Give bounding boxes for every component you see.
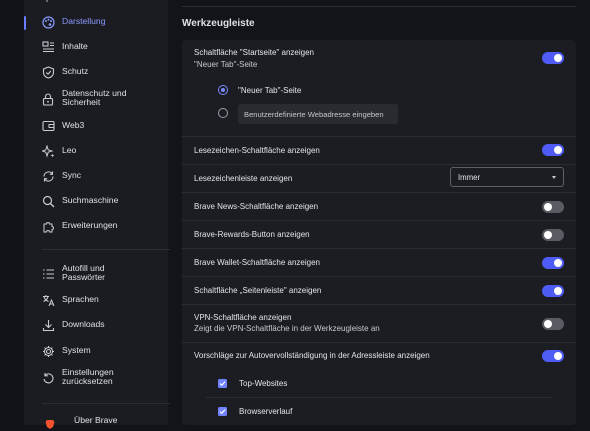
sidebar-item-label: Suchmaschine <box>62 196 118 205</box>
section-title: Werkzeugleiste <box>182 18 255 29</box>
brave-news-row: Brave News-Schaltfläche anzeigen <box>182 193 576 221</box>
brave-news-toggle[interactable] <box>542 201 564 213</box>
home-button-row: Schaltfläche "Startseite" anzeigen "Neue… <box>182 40 576 78</box>
settings-sidebar: Darstellung Inhalte Schutz Datenschutz u… <box>24 0 168 425</box>
bookmark-button-label: Lesezeichen-Schaltfläche anzeigen <box>194 146 320 155</box>
top-sites-label: Top-Websites <box>239 379 287 388</box>
brave-news-label: Brave News-Schaltfläche anzeigen <box>194 202 318 211</box>
brave-rewards-toggle[interactable] <box>542 229 564 241</box>
radio-custom-url[interactable] <box>218 108 228 118</box>
sidebar-item-label: Downloads <box>62 320 105 329</box>
radio-newtab[interactable] <box>218 85 228 95</box>
home-button-sublabel: "Neuer Tab"-Seite <box>194 60 257 69</box>
top-sites-checkbox[interactable] <box>218 379 227 388</box>
home-button-label: Schaltfläche "Startseite" anzeigen <box>194 48 314 57</box>
autocomplete-label: Vorschläge zur Autovervollständigung in … <box>194 351 430 360</box>
sidebar-item-label-line2: Passwörter <box>62 272 105 282</box>
wallet-icon <box>41 119 55 133</box>
custom-url-input[interactable] <box>238 104 398 124</box>
sidebar-divider <box>42 249 170 250</box>
sidebar-item-label: Schutz <box>62 67 88 76</box>
brave-wallet-row: Brave Wallet-Schaltfläche anzeigen <box>182 249 576 277</box>
home-button-toggle[interactable] <box>542 52 564 64</box>
shield-check-icon <box>41 65 55 79</box>
sidebar-item-label: Sync <box>62 171 81 180</box>
lock-icon <box>41 92 55 106</box>
vpn-row: VPN-Schaltfläche anzeigen Zeigt die VPN-… <box>182 305 576 343</box>
sidebar-item-label: Einstellungen zurücksetzen <box>62 368 114 386</box>
sidebar-button-row: Schaltfläche „Seitenleiste" anzeigen <box>182 277 576 305</box>
vpn-label: VPN-Schaltfläche anzeigen <box>194 313 291 322</box>
translate-icon <box>41 293 55 307</box>
chevron-down-icon <box>552 176 556 179</box>
sidebar-item-label-line2: zurücksetzen <box>62 376 113 386</box>
sidebar-item-label: Leo <box>62 146 76 155</box>
sidebar-item-label: Datenschutz und Sicherheit <box>62 89 127 107</box>
sidebar-item-label-line2: Sicherheit <box>62 97 100 107</box>
row-divider <box>206 397 552 398</box>
download-icon <box>41 318 55 332</box>
sidebar-item-label: Sprachen <box>62 295 99 304</box>
cut-off-nav-icon <box>41 0 53 4</box>
sparkle-icon <box>41 144 55 158</box>
settings-main: Werkzeugleiste Schaltfläche "Startseite"… <box>168 0 590 425</box>
bookmark-bar-row: Lesezeichenleiste anzeigen Immer <box>182 165 576 193</box>
brave-logo-icon <box>43 417 57 431</box>
sidebar-button-label: Schaltfläche „Seitenleiste" anzeigen <box>194 286 321 295</box>
toolbar-settings-card: Schaltfläche "Startseite" anzeigen "Neue… <box>182 40 576 425</box>
sidebar-item-label: Erweiterungen <box>62 221 117 230</box>
brave-rewards-label: Brave-Rewards-Button anzeigen <box>194 230 310 239</box>
window-left-gutter <box>0 0 24 425</box>
bookmark-bar-select[interactable]: Immer <box>450 167 564 187</box>
brave-rewards-row: Brave-Rewards-Button anzeigen <box>182 221 576 249</box>
search-icon <box>41 194 55 208</box>
sidebar-item-label: Inhalte <box>62 42 88 51</box>
reset-icon <box>41 371 55 385</box>
vpn-sublabel: Zeigt die VPN-Schaltfläche in der Werkze… <box>194 324 380 333</box>
gear-icon <box>41 344 55 358</box>
list-icon <box>41 267 55 281</box>
sidebar-item-label: Darstellung <box>62 17 105 26</box>
radio-newtab-label: "Neuer Tab"-Seite <box>238 86 301 95</box>
puzzle-icon <box>41 219 55 233</box>
vpn-toggle[interactable] <box>542 318 564 330</box>
history-checkbox[interactable] <box>218 407 227 416</box>
bookmark-button-toggle[interactable] <box>542 144 564 156</box>
sidebar-divider <box>42 403 170 404</box>
brave-wallet-label: Brave Wallet-Schaltfläche anzeigen <box>194 258 320 267</box>
sidebar-item-label: System <box>62 346 91 355</box>
sidebar-item-label: Web3 <box>62 121 84 130</box>
history-label: Browserverlauf <box>239 407 292 416</box>
sidebar-button-toggle[interactable] <box>542 285 564 297</box>
sync-icon <box>41 169 55 183</box>
previous-section-end <box>182 0 576 7</box>
bookmark-bar-label: Lesezeichenleiste anzeigen <box>194 174 292 183</box>
autocomplete-row: Vorschläge zur Autovervollständigung in … <box>182 343 576 369</box>
palette-icon <box>41 15 55 29</box>
content-list-icon <box>41 40 55 54</box>
sidebar-item-label: Autofill und Passwörter <box>62 264 105 282</box>
bookmark-bar-select-value: Immer <box>458 173 480 182</box>
bookmark-button-row: Lesezeichen-Schaltfläche anzeigen <box>182 137 576 164</box>
sidebar-item-label: Über Brave <box>74 416 117 425</box>
brave-wallet-toggle[interactable] <box>542 257 564 269</box>
autocomplete-toggle[interactable] <box>542 350 564 362</box>
